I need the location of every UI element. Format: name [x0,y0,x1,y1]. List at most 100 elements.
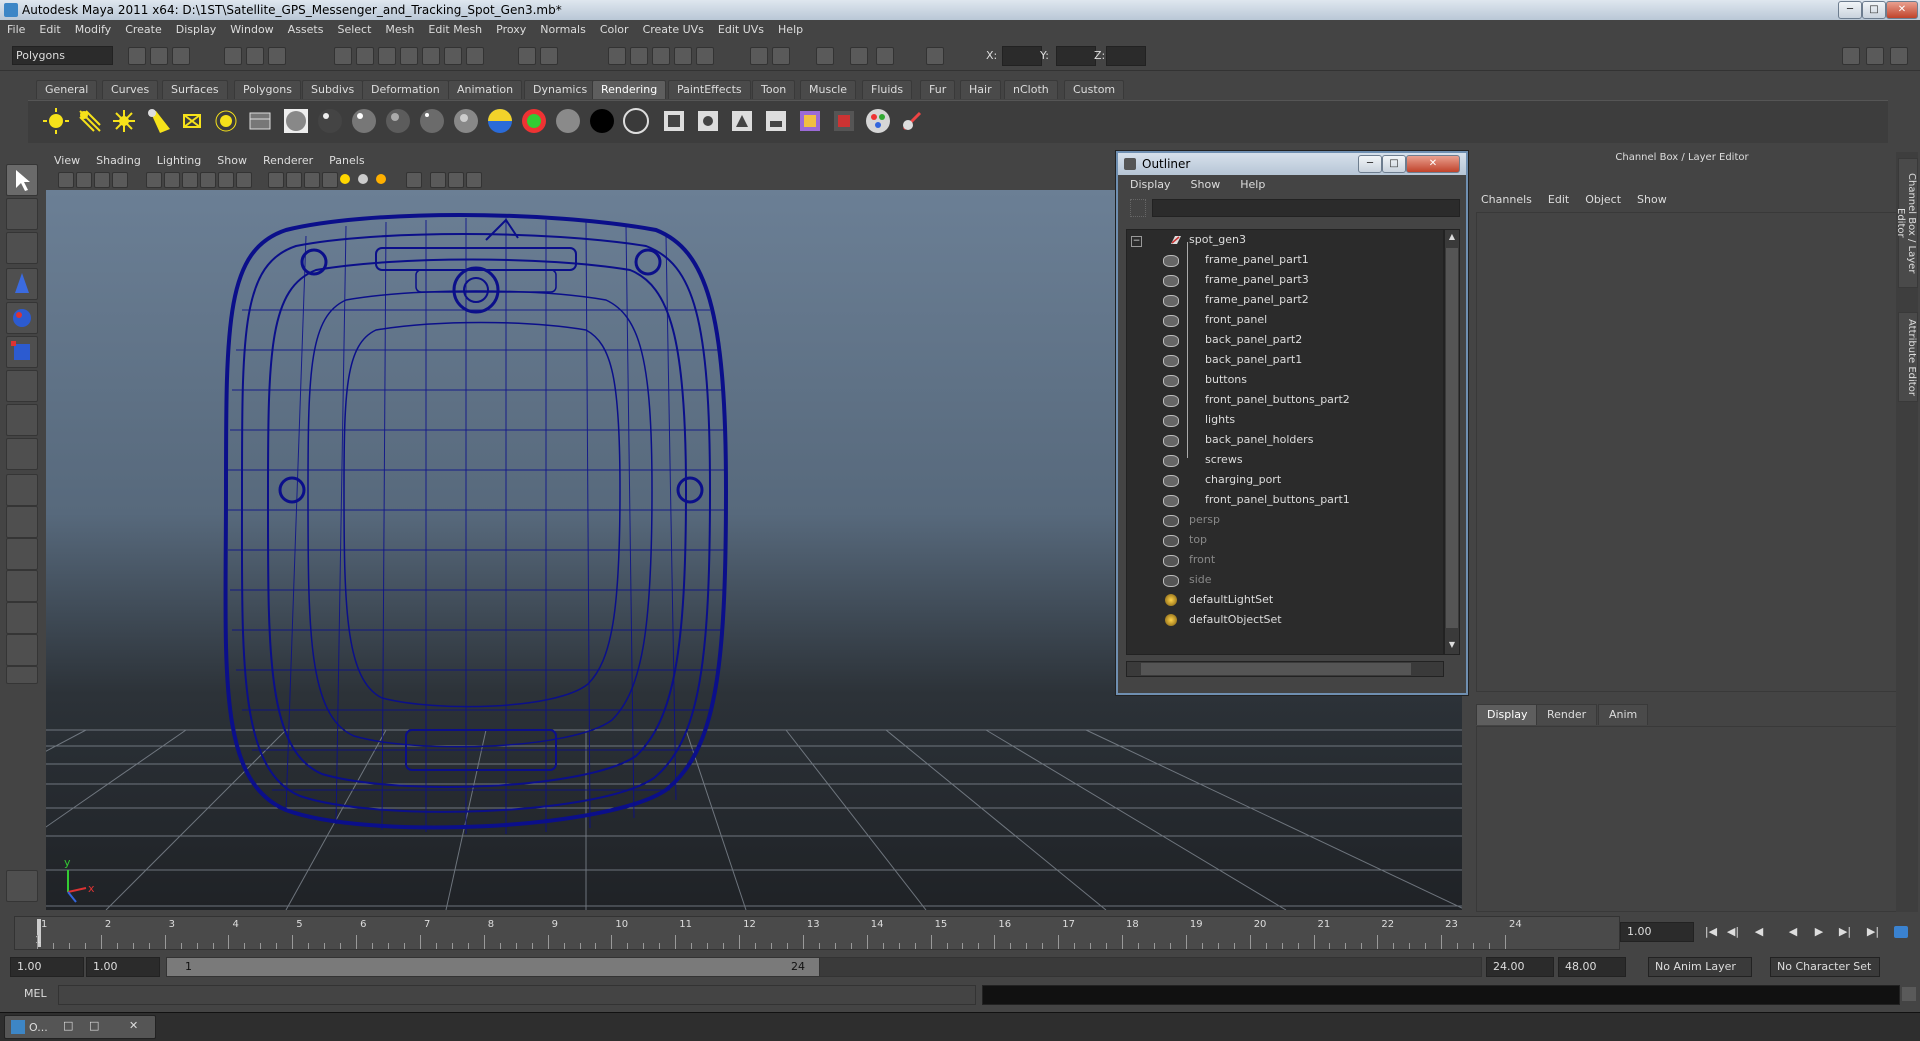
menu-help[interactable]: Help [771,20,810,36]
outliner-item-child[interactable]: front_panel_buttons_part1 [1127,490,1443,510]
render-view-icon[interactable] [696,47,714,65]
viewport-menu-panels[interactable]: Panels [321,152,372,167]
outliner-item-child[interactable]: frame_panel_part1 [1127,250,1443,270]
menu-set-dropdown[interactable]: Polygons [12,46,113,65]
show-hide-channel-icon[interactable] [816,47,834,65]
object-menu[interactable]: Object [1576,190,1628,206]
snap-grid-icon[interactable] [334,47,352,65]
menu-modify[interactable]: Modify [68,20,118,36]
outliner-menu-help[interactable]: Help [1228,175,1273,191]
wireframe-on-shaded-icon[interactable] [304,172,320,188]
isolate-select-icon[interactable] [430,172,446,188]
mel-label[interactable]: MEL [24,987,47,1000]
manipulator-tool-icon[interactable] [6,370,38,402]
render-settings-icon[interactable] [652,47,670,65]
taskbar-restore-icon[interactable]: □ [63,1019,73,1032]
paint-select-tool-icon[interactable] [6,232,38,264]
viewport-menu-shading[interactable]: Shading [88,152,149,167]
go-to-start-icon[interactable]: |◀ [1704,926,1718,938]
play-forwards-icon[interactable]: ▶ [1812,926,1826,938]
snap-curve-icon[interactable] [356,47,374,65]
outliner-menu-display[interactable]: Display [1118,175,1179,191]
history-icon[interactable] [444,47,462,65]
image-plane-icon[interactable] [112,172,128,188]
viewport-menu-show[interactable]: Show [209,152,255,167]
show-hide-shelf-icon[interactable] [772,47,790,65]
shelf-tab-subdivs[interactable]: Subdivs [302,80,364,99]
layout-options-icon[interactable] [6,666,38,684]
scroll-up-icon[interactable]: ▲ [1446,232,1458,242]
shelf-tab-fur[interactable]: Fur [920,80,956,99]
select-hierarchy-icon[interactable] [224,47,242,65]
menu-assets[interactable]: Assets [281,20,331,36]
high-quality-lighting-icon[interactable] [376,174,386,184]
outliner-filter-field[interactable] [1152,199,1460,217]
shelf-tab-animation[interactable]: Animation [448,80,523,99]
render-current-icon[interactable] [608,47,626,65]
phong-material-icon[interactable] [350,107,378,135]
animation-end-field[interactable]: 48.00 [1558,957,1626,977]
last-tool-icon[interactable] [6,438,38,470]
field-chart-icon[interactable] [218,172,234,188]
taskbar-maximize-icon[interactable]: □ [89,1019,99,1032]
shading-map-icon[interactable] [622,107,650,135]
bookmarks-icon[interactable] [94,172,110,188]
step-back-key-icon[interactable]: ◀ [1752,926,1766,938]
show-hide-tool-icon[interactable] [750,47,768,65]
outliner-titlebar[interactable]: Outliner ─ □ ✕ [1118,153,1466,175]
ipr-render-icon[interactable] [630,47,648,65]
camera-attributes-icon[interactable] [76,172,92,188]
layer-tab-display[interactable]: Display [1476,704,1539,725]
outliner-item-child[interactable]: frame_panel_part3 [1127,270,1443,290]
animation-start-field[interactable]: 1.00 [10,957,84,977]
character-key-icon[interactable] [1880,960,1896,972]
select-component-icon[interactable] [268,47,286,65]
script-editor-icon[interactable] [1902,987,1916,1001]
new-scene-icon[interactable] [128,47,146,65]
blinn-material-icon[interactable] [316,107,344,135]
volume-light-icon[interactable] [212,107,240,135]
shelf-tab-toon[interactable]: Toon [752,80,796,99]
shelf-tab-hair[interactable]: Hair [960,80,1001,99]
shelf-tab-curves[interactable]: Curves [102,80,159,99]
menu-edit-mesh[interactable]: Edit Mesh [421,20,489,36]
lock-icon[interactable] [518,47,536,65]
step-back-frame-icon[interactable]: ◀| [1726,926,1740,938]
outliner-item-child[interactable]: charging_port [1127,470,1443,490]
shelf-tab-fluids[interactable]: Fluids [862,80,913,99]
playback-end-field[interactable]: 24.00 [1486,957,1554,977]
batch-render-icon[interactable] [762,107,790,135]
menu-display[interactable]: Display [169,20,224,36]
snap-point-icon[interactable] [378,47,396,65]
minimize-button[interactable]: ─ [1838,1,1862,19]
go-to-end-icon[interactable]: ▶| [1866,926,1880,938]
x-field[interactable] [1002,46,1042,66]
textured-icon[interactable] [322,172,338,188]
menu-window[interactable]: Window [223,20,280,36]
selection-lock-icon[interactable] [540,47,558,65]
outliner-item-child[interactable]: buttons [1127,370,1443,390]
menu-normals[interactable]: Normals [533,20,593,36]
maximize-button[interactable]: □ [1862,1,1886,19]
viewport-menu-lighting[interactable]: Lighting [149,152,209,167]
toggle-outliner-icon[interactable] [1866,47,1884,65]
safe-title-icon[interactable] [236,172,252,188]
scale-tool-icon[interactable] [6,336,38,368]
help-bubble-icon[interactable] [1894,926,1908,938]
hypershade-icon[interactable] [674,47,692,65]
spot-light-icon[interactable] [144,107,172,135]
z-field[interactable] [1106,46,1146,66]
outliner-item-camera[interactable]: side [1127,570,1443,590]
shelf-tab-ncloth[interactable]: nCloth [1004,80,1058,99]
film-gate-icon[interactable] [164,172,180,188]
shadows-icon[interactable] [358,174,368,184]
outliner-list[interactable]: − spot_gen3 frame_panel_part1 frame_pane… [1126,229,1444,655]
wireframe-shading-icon[interactable] [268,172,284,188]
shelf-tab-polygons[interactable]: Polygons [234,80,301,99]
camera-select-icon[interactable] [58,172,74,188]
use-background-icon[interactable] [588,107,616,135]
outliner-item-child[interactable]: frame_panel_part2 [1127,290,1443,310]
menu-create-uvs[interactable]: Create UVs [636,20,711,36]
layer-tab-anim[interactable]: Anim [1598,704,1649,725]
input-output-icon[interactable] [466,47,484,65]
